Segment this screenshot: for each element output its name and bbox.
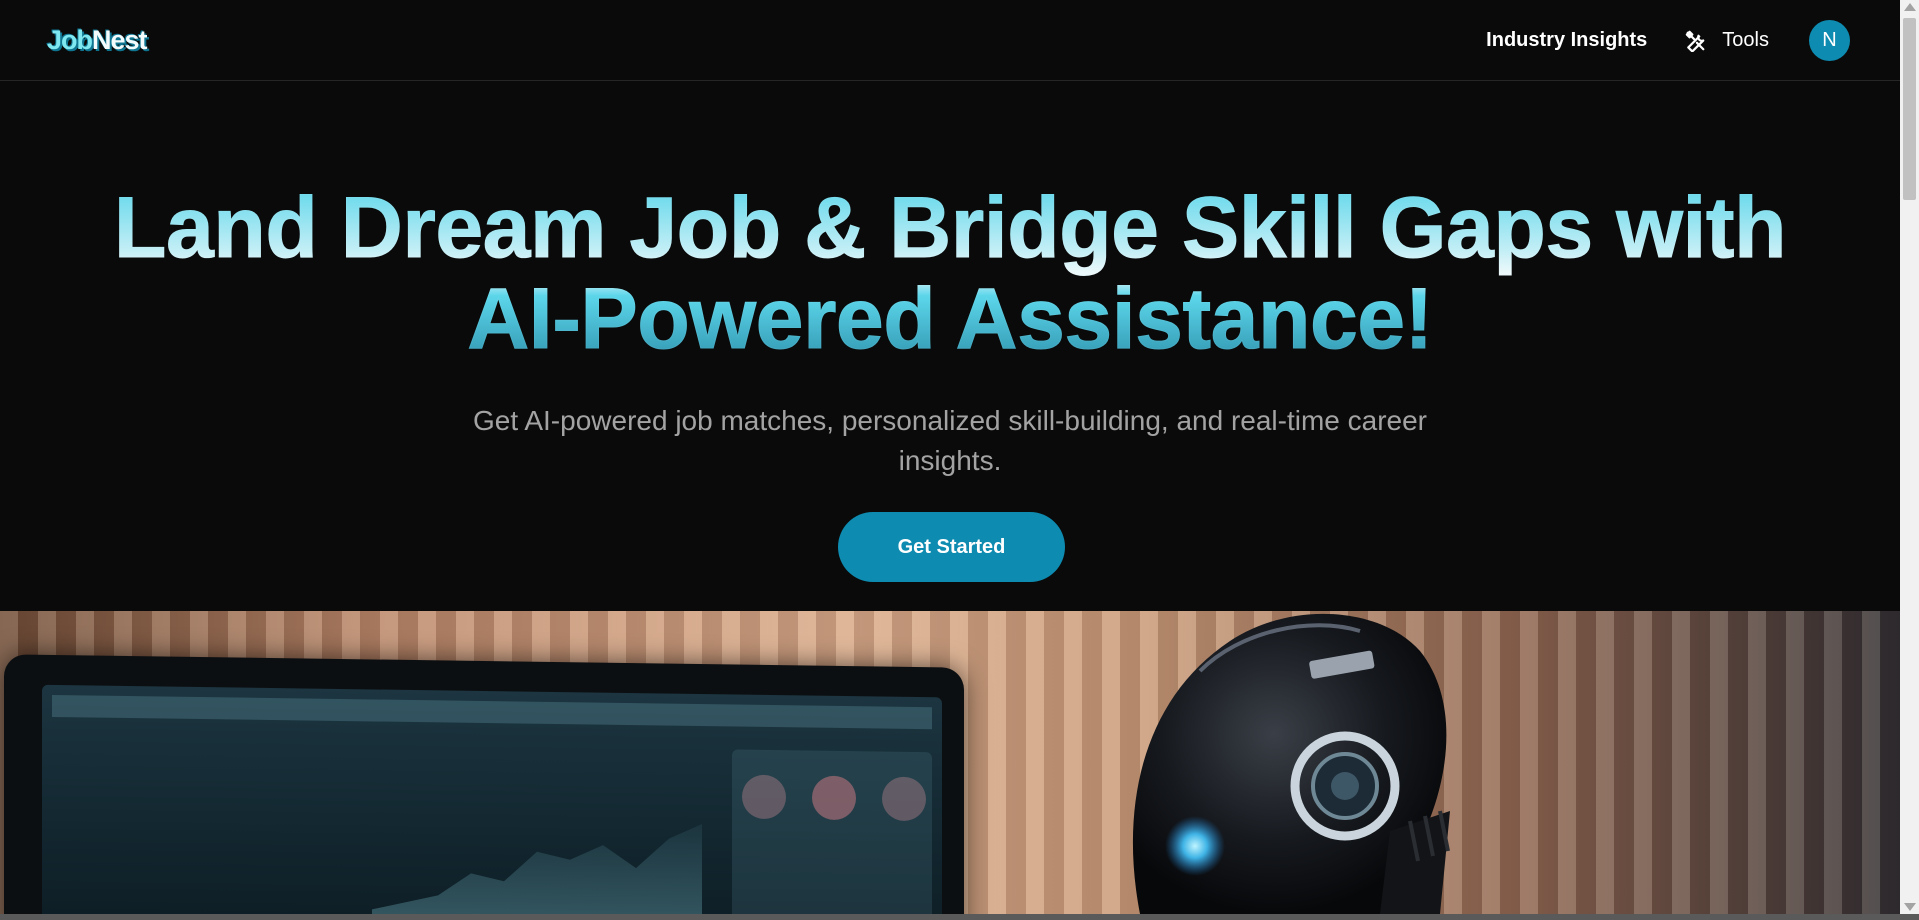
screen-circle <box>742 774 786 820</box>
hero-subtitle: Get AI-powered job matches, personalized… <box>472 405 1428 476</box>
tools-label: Tools <box>1722 29 1769 51</box>
hero-section: Land Dream Job & Bridge Skill Gaps with … <box>0 81 1900 611</box>
navbar: JobNest Industry Insights Tools N <box>0 0 1900 81</box>
scroll-thumb[interactable] <box>1903 18 1916 200</box>
logo[interactable]: JobNest <box>47 24 148 56</box>
robot-illustration <box>1132 613 1450 914</box>
screen-circle <box>812 775 856 821</box>
user-avatar[interactable]: N <box>1809 20 1850 61</box>
bottom-edge <box>0 914 1919 920</box>
scroll-down-arrow-icon[interactable] <box>1904 903 1916 911</box>
logo-job: Job <box>47 25 93 55</box>
tools-icon <box>1686 30 1705 52</box>
screen-toolbar <box>52 694 932 730</box>
screen-chart-shape <box>372 789 702 914</box>
monitor-screen <box>42 684 942 914</box>
hero-title: Land Dream Job & Bridge Skill Gaps with … <box>0 180 1900 367</box>
vertical-scrollbar[interactable] <box>1900 0 1919 914</box>
get-started-button[interactable]: Get Started <box>838 512 1065 582</box>
screen-circle <box>882 776 926 822</box>
page: JobNest Industry Insights Tools N Land D… <box>0 0 1919 920</box>
logo-nest: Nest <box>92 25 148 55</box>
hero-image <box>0 611 1900 914</box>
hero-title-line-1: Land Dream Job & Bridge Skill Gaps with <box>113 180 1787 276</box>
industry-insights-link[interactable]: Industry Insights <box>1486 29 1647 52</box>
hero-title-line-2: AI-Powered Assistance! <box>467 271 1434 367</box>
scroll-up-arrow-icon[interactable] <box>1904 3 1916 11</box>
avatar-initial: N <box>1822 29 1837 51</box>
nav-menu: Industry Insights Tools N <box>1486 20 1850 61</box>
tools-button[interactable]: Tools <box>1685 29 1769 52</box>
monitor-illustration <box>4 654 964 914</box>
